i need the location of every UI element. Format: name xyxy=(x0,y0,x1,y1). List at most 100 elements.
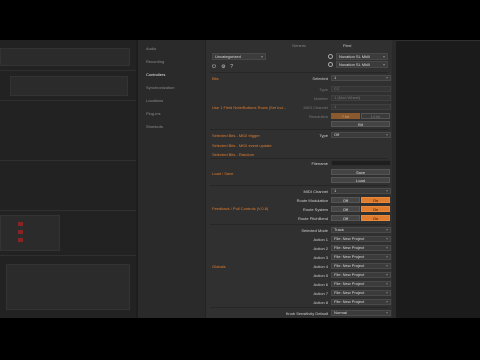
selected-label: Selected xyxy=(312,76,328,81)
type-dropdown[interactable]: CC xyxy=(331,86,391,92)
action-1-dropdown[interactable]: File: New Project ▾ xyxy=(331,236,391,242)
controller-model-label: Flexi xyxy=(343,43,352,48)
settings-sidebar: Audio Recording Controllers Synchronizat… xyxy=(138,40,206,318)
chevron-down-icon: ▾ xyxy=(385,254,388,259)
action-6-dropdown[interactable]: File: New Project ▾ xyxy=(331,281,391,287)
daw-panel xyxy=(0,48,130,66)
action-4-label: Action 4 xyxy=(313,264,328,269)
action-5-dropdown[interactable]: File: New Project ▾ xyxy=(331,272,391,278)
midi-output-value: Novation SL MkIII xyxy=(339,62,371,67)
selected-mode-dropdown[interactable]: Track ▾ xyxy=(331,227,391,233)
daw-divider xyxy=(0,160,136,161)
knob-sensitivity-dropdown[interactable]: Normal ▾ xyxy=(331,310,391,316)
action-8-label: Action 8 xyxy=(313,300,328,305)
help-icon[interactable]: ? xyxy=(230,65,235,70)
controller-name-value: Uncategorized xyxy=(215,54,241,59)
chevron-down-icon: ▾ xyxy=(382,54,385,59)
action-8-dropdown[interactable]: File: New Project ▾ xyxy=(331,299,391,305)
chevron-down-icon: ▾ xyxy=(385,75,388,80)
chevron-down-icon: ▾ xyxy=(385,227,388,232)
sidebar-item-synchronization[interactable]: Synchronization xyxy=(146,83,174,92)
midi-channel-label: MIDI Channel xyxy=(303,189,328,194)
knob-sensitivity-label: Knob Sensitivity Default xyxy=(285,311,328,316)
route-pitchbend-on-button[interactable]: On xyxy=(361,215,390,221)
letterbox-bottom xyxy=(0,318,480,360)
selected-value: 1 xyxy=(334,75,337,80)
learn-button[interactable]: Bit xyxy=(331,121,390,127)
midi-channel-value: 1 xyxy=(334,188,337,193)
midi-input-value: Novation SL MkIII xyxy=(339,54,371,59)
divider xyxy=(210,307,388,308)
number-value: 1 (Mod Wheel) xyxy=(334,95,361,100)
daw-track-area xyxy=(0,40,136,318)
midi-channel-dim-value: 1 xyxy=(334,104,337,109)
route-modulation-label: Route Modulation xyxy=(296,198,328,203)
controller-name-dropdown[interactable]: Uncategorized ▾ xyxy=(212,53,266,60)
chevron-down-icon: ▾ xyxy=(385,188,388,193)
action-1-label: Action 1 xyxy=(313,237,328,242)
route-pitchbend-label: Route PitchBend xyxy=(297,216,328,221)
route-system-off-button[interactable]: Off xyxy=(331,206,360,212)
number-dropdown[interactable]: 1 (Mod Wheel) xyxy=(331,95,391,101)
route-system-on-button[interactable]: On xyxy=(361,206,390,212)
daw-divider xyxy=(0,100,136,101)
type-label: Type xyxy=(319,87,328,92)
trigger-type-dropdown[interactable]: Off ▾ xyxy=(331,132,391,138)
action-7-dropdown[interactable]: File: New Project ▾ xyxy=(331,290,391,296)
daw-panel xyxy=(10,76,128,96)
divider xyxy=(210,129,388,130)
trigger-type-label: Type xyxy=(319,133,328,138)
daw-mixer-panel xyxy=(6,264,130,310)
action-2-dropdown[interactable]: File: New Project ▾ xyxy=(331,245,391,251)
action-3-label: Action 3 xyxy=(313,255,328,260)
action-6-label: Action 6 xyxy=(313,282,328,287)
save-button[interactable]: Save xyxy=(331,169,390,175)
section-title-selected-bits-random: Selected Bits - Random xyxy=(212,152,255,157)
section-title-bits: Bits xyxy=(212,76,219,81)
sidebar-item-plugins[interactable]: Plug-ins xyxy=(146,109,160,118)
load-button[interactable]: Load xyxy=(331,177,390,183)
midi-channel-dim-dropdown[interactable]: 1 xyxy=(331,104,391,110)
midi-channel-dropdown[interactable]: 1 ▾ xyxy=(331,188,391,194)
section-title-selected-bits-learn: Selected Bits - MIDI trigger xyxy=(212,133,260,138)
knob-sensitivity-value: Normal xyxy=(334,310,347,315)
controller-row: Uncategorized ▾ Novation SL MkIII ▾ xyxy=(210,53,388,60)
sidebar-item-recording[interactable]: Recording xyxy=(146,57,164,66)
gear-icon[interactable]: ⚙ xyxy=(221,65,226,70)
selected-mode-value: Track xyxy=(334,227,344,232)
route-modulation-on-button[interactable]: On xyxy=(361,197,390,203)
record-indicator xyxy=(18,230,23,234)
sidebar-item-audio[interactable]: Audio xyxy=(146,44,156,53)
action-4-dropdown[interactable]: File: New Project ▾ xyxy=(331,263,391,269)
power-icon[interactable]: ⏻ xyxy=(212,65,217,70)
daw-divider xyxy=(0,255,136,256)
midi-output-dropdown[interactable]: Novation SL MkIII ▾ xyxy=(336,61,388,68)
action-7-value: File: New Project xyxy=(334,290,365,295)
midi-output-icon xyxy=(328,62,333,67)
midi-input-dropdown[interactable]: Novation SL MkIII ▾ xyxy=(336,53,388,60)
resolution-label: Resolution xyxy=(309,114,328,119)
resolution-7bit-button[interactable]: 7 bit xyxy=(331,113,360,119)
resolution-14bit-button[interactable]: 14 bit xyxy=(361,113,390,119)
action-2-label: Action 2 xyxy=(313,246,328,251)
chevron-down-icon: ▾ xyxy=(385,132,388,137)
sidebar-item-controllers[interactable]: Controllers xyxy=(146,70,165,79)
filename-input[interactable] xyxy=(331,160,391,166)
selected-dropdown[interactable]: 1 ▾ xyxy=(331,75,391,81)
section-title-selected-bits-auto: Selected Bits - MIDI event update xyxy=(212,143,272,148)
type-value: CC xyxy=(334,86,340,91)
route-pitchbend-off-button[interactable]: Off xyxy=(331,215,360,221)
section-title-load-save: Load / Save xyxy=(212,171,234,176)
action-6-value: File: New Project xyxy=(334,281,365,286)
action-5-value: File: New Project xyxy=(334,272,365,277)
chevron-down-icon: ▾ xyxy=(385,290,388,295)
sidebar-item-locations[interactable]: Locations xyxy=(146,96,163,105)
chevron-down-icon: ▾ xyxy=(385,245,388,250)
action-3-dropdown[interactable]: File: New Project ▾ xyxy=(331,254,391,260)
divider xyxy=(210,72,388,73)
chevron-down-icon: ▾ xyxy=(385,263,388,268)
route-modulation-off-button[interactable]: Off xyxy=(331,197,360,203)
sidebar-item-shortcuts[interactable]: Shortcuts xyxy=(146,122,163,131)
action-5-label: Action 5 xyxy=(313,273,328,278)
daw-divider xyxy=(0,70,136,71)
